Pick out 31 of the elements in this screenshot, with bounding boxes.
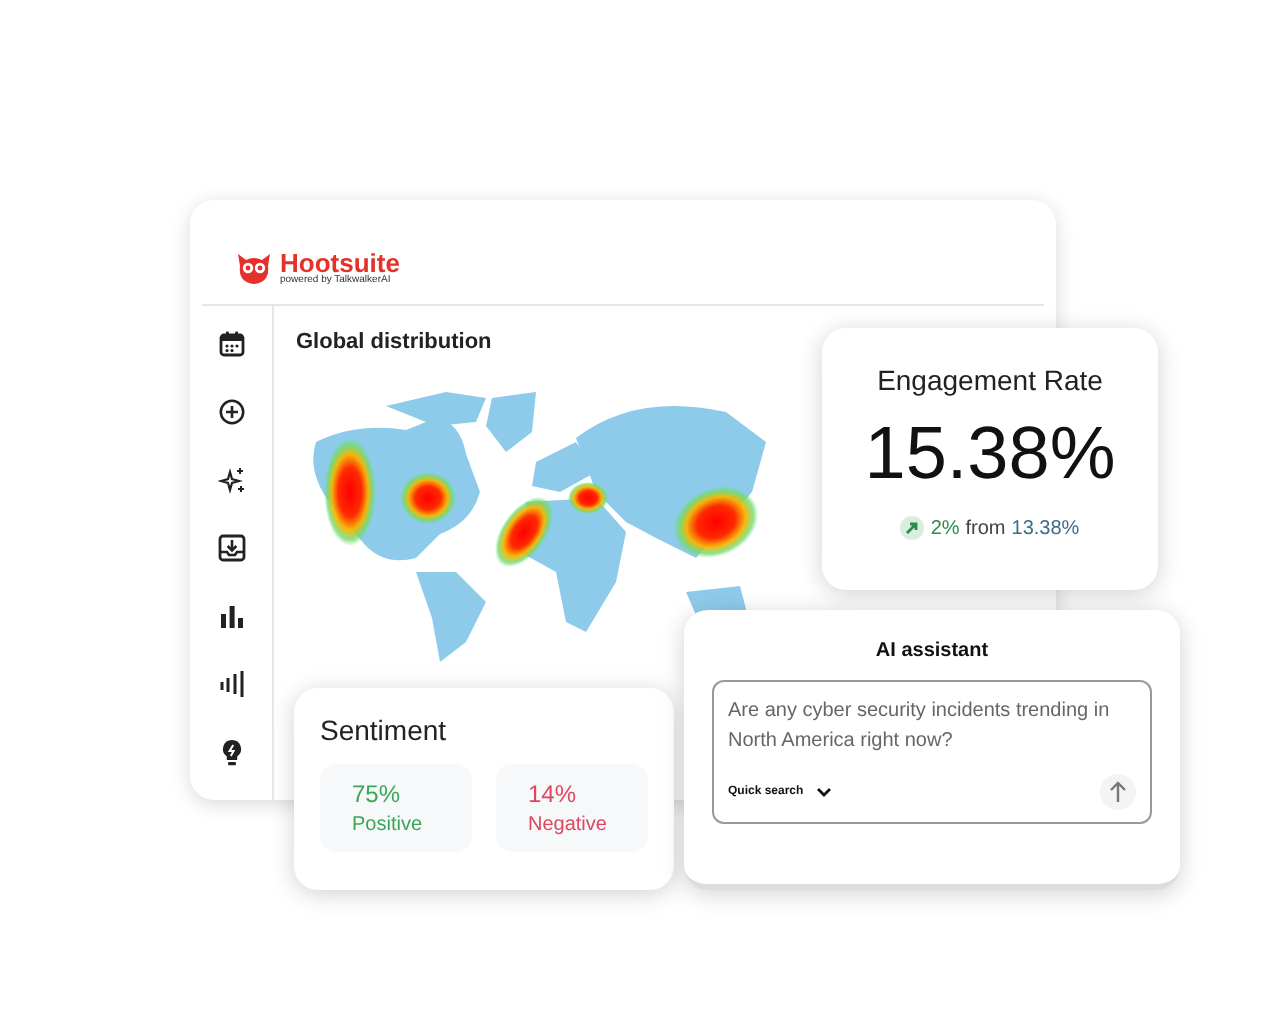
previous-value: 13.38% xyxy=(1011,517,1080,539)
from-label: from xyxy=(965,517,1006,539)
heat-spot xyxy=(673,486,759,558)
sentiment-value: 14% xyxy=(528,780,579,808)
bar-chart-icon[interactable] xyxy=(217,602,245,630)
change-value: 2% xyxy=(930,517,960,539)
heat-spot xyxy=(400,472,456,524)
sparkle-icon[interactable] xyxy=(217,466,245,494)
panel-title: Global distribution xyxy=(296,330,494,354)
engagement-value: 15.38% xyxy=(864,412,1116,496)
lightbulb-icon[interactable] xyxy=(217,738,245,766)
card-title: AI assistant xyxy=(875,640,989,662)
trend-up-icon xyxy=(900,516,925,540)
calendar-icon[interactable] xyxy=(217,330,245,358)
card-title: Engagement Rate xyxy=(877,364,1103,396)
prompt-text: Are any cyber security incidents trending in North America right now? xyxy=(728,698,1112,756)
brand-name: Hootsuite xyxy=(280,250,400,276)
send-button[interactable] xyxy=(1100,774,1136,810)
inbox-icon[interactable] xyxy=(217,534,245,562)
add-icon[interactable] xyxy=(217,398,245,426)
chevron-down-icon xyxy=(815,786,832,798)
audio-bars-icon[interactable] xyxy=(217,670,245,698)
heat-spot xyxy=(324,438,376,546)
heat-spot xyxy=(568,482,608,514)
card-title: Sentiment xyxy=(320,714,449,746)
sentiment-label: Positive xyxy=(352,814,425,836)
sentiment-label: Negative xyxy=(528,814,609,836)
heat-spot xyxy=(494,496,554,568)
sentiment-value: 75% xyxy=(352,780,403,808)
owl-logo-icon xyxy=(234,250,274,286)
arrow-up-icon xyxy=(1108,780,1128,804)
